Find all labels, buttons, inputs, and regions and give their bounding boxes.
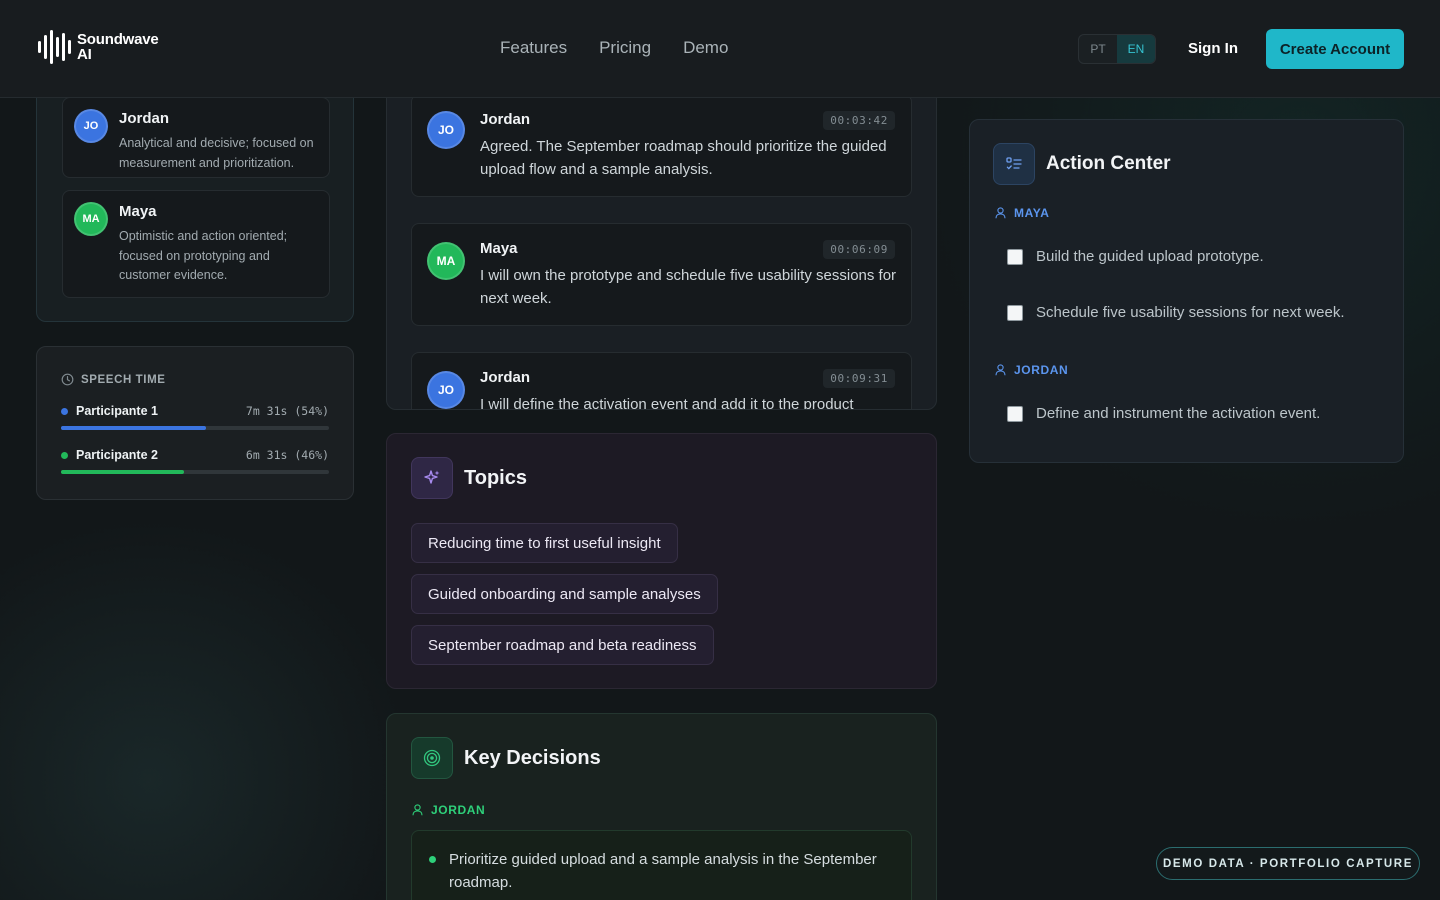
nav-features[interactable]: Features bbox=[500, 38, 567, 58]
message-author: Jordan bbox=[480, 369, 531, 386]
owner-label: JORDAN bbox=[431, 803, 486, 817]
message-timestamp[interactable]: 00:06:09 bbox=[823, 240, 895, 259]
logo-text: Soundwave AI bbox=[77, 32, 159, 62]
topics-card: Topics Reducing time to first useful ins… bbox=[386, 433, 937, 689]
speech-value: 6m 31s (46%) bbox=[245, 448, 329, 462]
task-label: Build the guided upload prototype. bbox=[1036, 248, 1264, 265]
transcript-message: JO Jordan 00:09:31 I will define the act… bbox=[411, 352, 912, 410]
decision-owner: JORDAN bbox=[412, 803, 485, 817]
participant-card: JO Jordan Analytical and decisive; focus… bbox=[62, 97, 330, 178]
key-decisions-card: Key Decisions JORDAN Prioritize guided u… bbox=[386, 713, 937, 900]
participant-name: Maya bbox=[119, 203, 157, 220]
soundwave-logo-icon bbox=[38, 30, 71, 64]
topic-chip[interactable]: Reducing time to first useful insight bbox=[411, 523, 678, 563]
demo-data-badge: DEMO DATA · PORTFOLIO CAPTURE bbox=[1156, 847, 1420, 880]
owner-label: MAYA bbox=[1014, 206, 1050, 220]
action-owner: JORDAN bbox=[995, 363, 1068, 377]
decisions-title: Key Decisions bbox=[464, 747, 601, 769]
avatar: JO bbox=[74, 109, 108, 143]
user-icon bbox=[995, 364, 1006, 376]
avatar: MA bbox=[74, 202, 108, 236]
participants-card: JO Jordan Analytical and decisive; focus… bbox=[36, 60, 354, 322]
action-owner: MAYA bbox=[995, 206, 1050, 220]
task-label: Define and instrument the activation eve… bbox=[1036, 405, 1321, 422]
main-nav: Features Pricing Demo bbox=[500, 38, 728, 58]
speech-bar-fill bbox=[61, 470, 185, 474]
speech-time-header: SPEECH TIME bbox=[61, 373, 166, 386]
participant-description: Analytical and decisive; focused on meas… bbox=[119, 136, 314, 170]
speech-time-title: SPEECH TIME bbox=[81, 373, 166, 386]
topic-chip[interactable]: Guided onboarding and sample analyses bbox=[411, 574, 718, 614]
action-item[interactable]: Define and instrument the activation eve… bbox=[1007, 405, 1320, 422]
topics-title: Topics bbox=[464, 467, 527, 489]
sign-in-button[interactable]: Sign In bbox=[1188, 40, 1238, 57]
task-checkbox[interactable] bbox=[1007, 248, 1023, 265]
user-icon bbox=[412, 804, 423, 816]
speech-bar-track bbox=[61, 470, 329, 474]
task-checkbox[interactable] bbox=[1007, 304, 1023, 321]
action-item[interactable]: Schedule five usability sessions for nex… bbox=[1007, 304, 1345, 321]
message-text: Agreed. The September roadmap should pri… bbox=[480, 138, 887, 178]
checklist-icon bbox=[993, 143, 1035, 185]
message-timestamp[interactable]: 00:09:31 bbox=[823, 369, 895, 388]
nav-pricing[interactable]: Pricing bbox=[599, 38, 651, 58]
bullet bbox=[429, 856, 436, 863]
transcript-message: MA Maya 00:06:09 I will own the prototyp… bbox=[411, 223, 912, 326]
avatar: MA bbox=[427, 242, 465, 280]
lang-pt-button[interactable]: PT bbox=[1079, 35, 1117, 63]
speech-bar-track bbox=[61, 426, 329, 430]
message-text: I will own the prototype and schedule fi… bbox=[480, 267, 897, 307]
speech-label: Participante 1 bbox=[76, 404, 158, 418]
message-author: Jordan bbox=[480, 111, 531, 128]
task-label: Schedule five usability sessions for nex… bbox=[1036, 304, 1345, 321]
series-dot bbox=[61, 407, 68, 415]
decision-item: Prioritize guided upload and a sample an… bbox=[411, 830, 912, 900]
logo-line-1: Soundwave bbox=[77, 31, 159, 48]
logo-line-2: AI bbox=[77, 46, 92, 63]
speech-bar-fill bbox=[61, 426, 206, 430]
series-dot bbox=[61, 451, 68, 459]
topic-chip[interactable]: September roadmap and beta readiness bbox=[411, 625, 714, 665]
speech-label: Participante 2 bbox=[76, 448, 158, 462]
transcript-message: JO Jordan 00:03:42 Agreed. The September… bbox=[411, 94, 912, 197]
avatar: JO bbox=[427, 371, 465, 409]
sparkles-icon bbox=[411, 457, 453, 499]
avatar: JO bbox=[427, 111, 465, 149]
action-center-card: Action Center MAYA Build the guided uplo… bbox=[969, 119, 1404, 463]
message-timestamp[interactable]: 00:03:42 bbox=[823, 111, 895, 130]
top-header: Soundwave AI Features Pricing Demo PT EN… bbox=[0, 0, 1440, 98]
action-item[interactable]: Build the guided upload prototype. bbox=[1007, 248, 1264, 265]
language-switcher: PT EN bbox=[1078, 34, 1156, 64]
participant-description: Optimistic and action oriented; focused … bbox=[119, 229, 288, 282]
decision-text: Prioritize guided upload and a sample an… bbox=[449, 851, 877, 891]
message-author: Maya bbox=[480, 240, 518, 257]
lang-en-button[interactable]: EN bbox=[1117, 35, 1155, 63]
logo[interactable]: Soundwave AI bbox=[38, 30, 159, 64]
task-checkbox[interactable] bbox=[1007, 405, 1023, 422]
speech-time-card: SPEECH TIME Participante 1 7m 31s (54%) … bbox=[36, 346, 354, 500]
participant-name: Jordan bbox=[119, 110, 170, 127]
nav-demo[interactable]: Demo bbox=[683, 38, 728, 58]
target-icon bbox=[411, 737, 453, 779]
clock-icon bbox=[61, 373, 74, 386]
user-icon bbox=[995, 207, 1006, 219]
participant-card: MA Maya Optimistic and action oriented; … bbox=[62, 190, 330, 298]
action-center-title: Action Center bbox=[1046, 153, 1171, 174]
message-text: I will define the activation event and a… bbox=[480, 396, 854, 410]
speech-value: 7m 31s (54%) bbox=[245, 404, 329, 418]
owner-label: JORDAN bbox=[1014, 363, 1069, 377]
create-account-button[interactable]: Create Account bbox=[1266, 29, 1404, 69]
transcript-panel[interactable]: JO Jordan 00:03:42 Agreed. The September… bbox=[386, 60, 937, 410]
